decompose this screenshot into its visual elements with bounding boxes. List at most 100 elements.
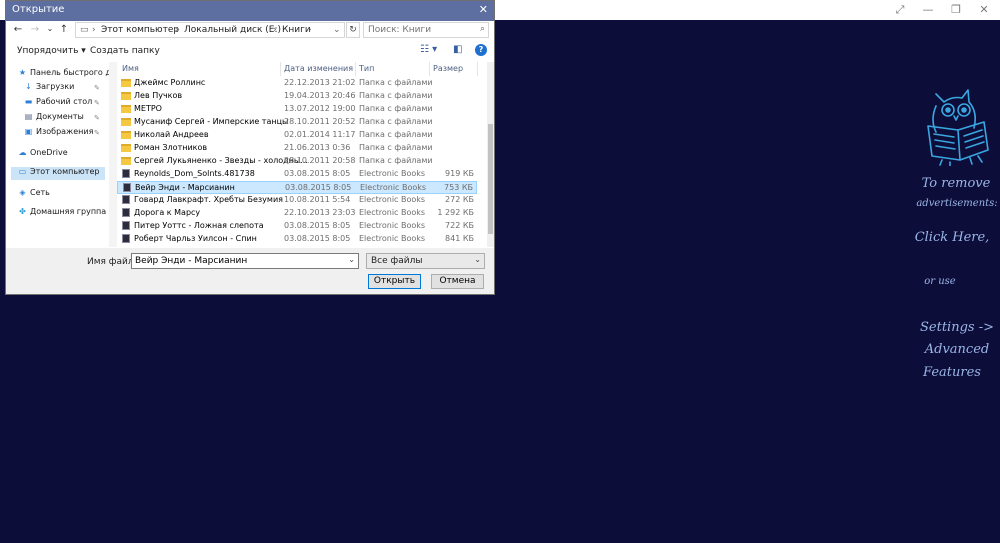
breadcrumb[interactable]: ▭ › Этот компьютер › Локальный диск (E:)… <box>75 22 345 38</box>
file-row[interactable]: Джеймс Роллинс 22.12.2013 21:02 Папка с … <box>117 77 477 90</box>
nav-item-this-pc[interactable]: ▭ Этот компьютер <box>11 167 105 180</box>
pin-icon[interactable]: ✎ <box>94 99 100 107</box>
nav-item-pictures[interactable]: ▣ Изображения <box>24 127 94 140</box>
pin-icon[interactable]: ✎ <box>94 84 100 92</box>
search-box[interactable]: ⌕ <box>363 22 489 38</box>
nav-item-desktop[interactable]: ▬ Рабочий стол <box>24 97 93 110</box>
nav-item-onedrive[interactable]: ☁ OneDrive <box>18 148 68 161</box>
column-header-type[interactable]: Тип <box>359 62 374 76</box>
organize-button[interactable]: Упорядочить ▾ <box>17 46 86 56</box>
nav-item-label: Этот компьютер <box>30 167 100 176</box>
filename-combobox[interactable]: ⌄ <box>131 253 359 269</box>
file-list: Имя Дата изменения Тип Размер Джеймс Рол… <box>117 62 487 247</box>
help-icon[interactable]: ? <box>475 44 487 56</box>
chevron-down-icon[interactable]: ⌄ <box>348 255 355 264</box>
file-size: 722 КБ <box>445 221 474 230</box>
pictures-icon: ▣ <box>24 127 33 136</box>
column-divider[interactable] <box>355 62 356 76</box>
scrollbar-thumb[interactable] <box>488 124 493 234</box>
ad-settings-link[interactable]: Settings -> <box>914 320 1000 335</box>
file-list-scrollbar[interactable] <box>487 62 494 247</box>
pin-icon[interactable]: ✎ <box>94 114 100 122</box>
file-name: Дорога к Марсу <box>134 208 201 217</box>
app-close-button[interactable]: ✕ <box>970 2 998 18</box>
breadcrumb-local-disk[interactable]: Локальный диск (E:) <box>184 25 281 35</box>
search-icon: ⌕ <box>479 24 485 34</box>
search-input[interactable] <box>368 24 468 36</box>
ad-click-here-link[interactable]: Click Here, <box>912 230 992 245</box>
ad-line-7: Features <box>923 365 981 380</box>
column-divider[interactable] <box>280 62 281 76</box>
file-type: Папка с файлами <box>359 117 433 126</box>
refresh-icon[interactable]: ↻ <box>346 22 360 38</box>
desktop-icon: ▬ <box>24 97 33 106</box>
minimize-button[interactable]: — <box>914 2 942 18</box>
file-row[interactable]: Дорога к Марсу 22.10.2013 23:03 Electron… <box>117 207 477 220</box>
filename-input[interactable] <box>135 255 340 267</box>
file-row[interactable]: Питер Уоттс - Ложная слепота 03.08.2015 … <box>117 220 477 233</box>
file-name: Питер Уоттс - Ложная слепота <box>134 221 264 230</box>
view-options-icon[interactable]: ☷ ▾ <box>420 44 437 55</box>
nav-item-documents[interactable]: ▤ Документы <box>24 112 84 125</box>
file-name: Роман Злотников <box>134 143 208 152</box>
cancel-button[interactable]: Отмена <box>431 274 484 289</box>
file-type: Electronic Books <box>359 169 426 178</box>
fullscreen-icon[interactable]: ⤢ <box>886 2 914 18</box>
file-name: МЕТРО <box>134 104 162 113</box>
file-row[interactable]: Роман Злотников 21.06.2013 0:36 Папка с … <box>117 142 477 155</box>
up-arrow-icon[interactable]: ↑ <box>57 24 71 35</box>
navigation-pane-scrollbar[interactable] <box>109 62 117 247</box>
file-type: Electronic Books <box>359 195 426 204</box>
file-row-selected[interactable]: Вейр Энди - Марсианин 03.08.2015 8:05 El… <box>117 181 477 194</box>
file-type: Папка с файлами <box>359 143 433 152</box>
open-button[interactable]: Открыть <box>368 274 421 289</box>
forward-arrow-icon[interactable]: → <box>28 24 42 35</box>
close-icon[interactable]: ✕ <box>479 3 488 16</box>
file-row[interactable]: Мусаниф Сергей - Имперские танцы 28.10.2… <box>117 116 477 129</box>
new-folder-button[interactable]: Создать папку <box>90 46 160 56</box>
maximize-button[interactable]: ❐ <box>942 2 970 18</box>
file-row[interactable]: Николай Андреев 02.01.2014 11:17 Папка с… <box>117 129 477 142</box>
nav-item-downloads[interactable]: ↓ Загрузки <box>24 82 74 95</box>
folder-icon <box>121 79 131 87</box>
nav-item-quick-access[interactable]: ★ Панель быстрого до <box>18 68 116 81</box>
dialog-title: Открытие <box>12 4 65 15</box>
file-row[interactable]: Reynolds_Dom_Solnts.481738 03.08.2015 8:… <box>117 168 477 181</box>
file-size: 753 КБ <box>444 183 473 192</box>
file-type: Electronic Books <box>359 221 426 230</box>
file-name: Лев Пучков <box>134 91 183 100</box>
preview-pane-icon[interactable]: ◧ <box>453 44 462 55</box>
ebook-icon <box>122 234 130 243</box>
folder-icon <box>121 105 131 113</box>
file-name: Вейр Энди - Марсианин <box>135 183 235 192</box>
address-dropdown-icon[interactable]: ⌄ <box>333 25 341 35</box>
column-header-name[interactable]: Имя <box>122 62 139 76</box>
pin-icon[interactable]: ✎ <box>94 129 100 137</box>
back-arrow-icon[interactable]: ← <box>11 24 25 35</box>
file-row[interactable]: Лев Пучков 19.04.2013 20:46 Папка с файл… <box>117 90 477 103</box>
file-row[interactable]: Сергей Лукьяненко - Звезды - холодны... … <box>117 155 477 168</box>
breadcrumb-books[interactable]: Книги <box>282 25 311 35</box>
file-row[interactable]: Роберт Чарльз Уилсон - Спин 03.08.2015 8… <box>117 233 477 246</box>
column-divider[interactable] <box>429 62 430 76</box>
file-type: Папка с файлами <box>359 78 433 87</box>
homegroup-icon: ✤ <box>19 207 26 216</box>
column-header-size[interactable]: Размер <box>433 62 463 76</box>
ad-line-2: advertisements: <box>916 198 998 209</box>
nav-item-homegroup[interactable]: ✤ Домашняя группа <box>18 207 106 220</box>
column-divider[interactable] <box>477 62 478 76</box>
ebook-icon <box>122 195 130 204</box>
breadcrumb-separator: › <box>308 25 312 35</box>
onedrive-icon: ☁ <box>18 148 27 157</box>
column-header-date[interactable]: Дата изменения <box>284 62 353 76</box>
dialog-title-bar: Открытие ✕ <box>6 1 494 21</box>
nav-item-network[interactable]: ◈ Сеть <box>18 188 49 201</box>
file-row[interactable]: МЕТРО 13.07.2012 19:00 Папка с файлами <box>117 103 477 116</box>
recent-locations-chevron-icon[interactable]: ⌄ <box>43 24 57 33</box>
ad-line-4: or use <box>924 276 956 287</box>
file-row[interactable]: Говард Лавкрафт. Хребты Безумия 10.08.20… <box>117 194 477 207</box>
breadcrumb-this-pc[interactable]: Этот компьютер <box>101 25 179 35</box>
documents-icon: ▤ <box>24 112 33 121</box>
file-type-filter-select[interactable]: Все файлы ⌄ <box>366 253 485 269</box>
file-type-filter-value: Все файлы <box>371 256 423 266</box>
